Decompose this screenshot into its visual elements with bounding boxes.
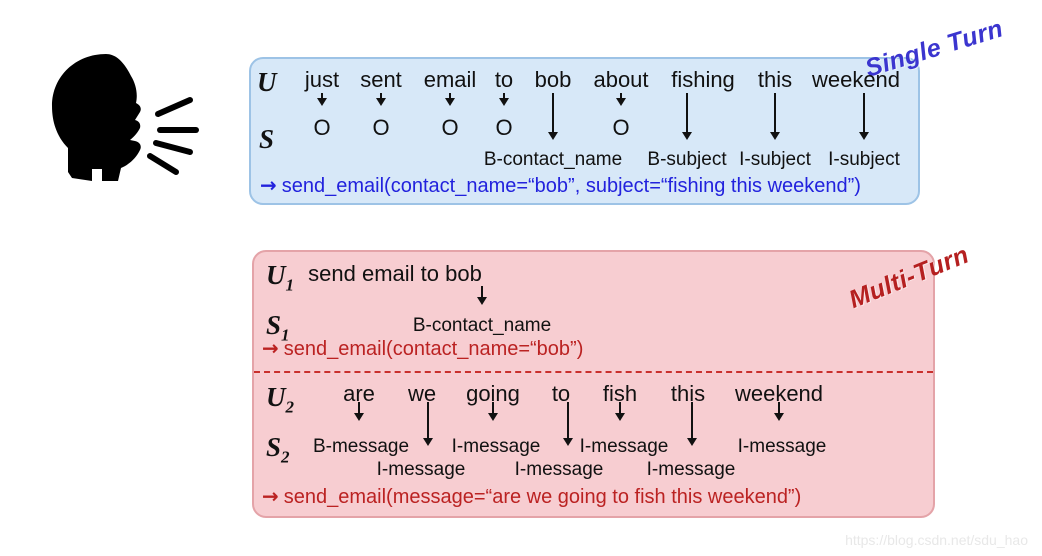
multi-turn-arrow (562, 402, 574, 446)
single-turn-tag: O (313, 115, 331, 140)
multi-turn-turn1-tag: B-contact_name (412, 315, 552, 336)
multi-turn-arrow (614, 402, 626, 421)
single-turn-word: email (423, 67, 477, 92)
single-turn-tag: I-subject (739, 149, 811, 170)
single-turn-tag: B-contact_name (483, 149, 623, 170)
arrow-right-icon: → (262, 484, 279, 508)
single-turn-tag: O (612, 115, 630, 140)
single-turn-arrow (547, 93, 559, 140)
speaking-head-icon (52, 54, 199, 181)
turn-divider (254, 371, 933, 373)
multi-turn-arrow (476, 286, 488, 305)
single-turn-arrow (444, 93, 456, 106)
single-turn-arrow (498, 93, 510, 106)
single-turn-system-label: S (259, 124, 275, 154)
single-turn-tag: I-subject (828, 149, 900, 170)
single-turn-arrow (615, 93, 627, 106)
single-turn-arrow (769, 93, 781, 140)
multi-turn-arrow (353, 402, 365, 421)
slide-canvas: Single Turn U S just sent email to bob a… (0, 0, 1042, 556)
single-turn-word: about (593, 67, 649, 92)
multi-turn-turn2-tag: I-message (451, 436, 541, 457)
arrow-right-icon: → (260, 173, 277, 197)
multi-turn-arrow (487, 402, 499, 421)
single-turn-word: weekend (811, 67, 901, 92)
multi-turn-turn1-api-call: → send_email(contact_name=“bob”) (262, 338, 583, 359)
multi-turn-user2-label: U2 (266, 382, 294, 417)
single-turn-api-call: → send_email(contact_name=“bob”, subject=… (260, 175, 861, 196)
multi-turn-user1-label: U1 (266, 260, 294, 295)
multi-turn-arrow (422, 402, 434, 446)
single-turn-arrow (316, 93, 328, 106)
multi-turn-arrow (773, 402, 785, 421)
multi-turn-turn2-tag: I-message (646, 459, 736, 480)
multi-turn-turn2-api-call-text: send_email(message=“are we going to fish… (283, 486, 802, 508)
single-turn-word: to (494, 67, 514, 92)
watermark: https://blog.csdn.net/sdu_hao (845, 532, 1028, 548)
multi-turn-turn1-api-call-text: send_email(contact_name=“bob”) (283, 338, 584, 360)
single-turn-tag: O (372, 115, 390, 140)
multi-turn-turn2-tag: I-message (514, 459, 604, 480)
multi-turn-arrow (686, 402, 698, 446)
single-turn-word: sent (360, 67, 402, 92)
single-turn-word: fishing (671, 67, 735, 92)
single-turn-word: just (304, 67, 340, 92)
single-turn-word: this (757, 67, 793, 92)
multi-turn-turn2-tag: I-message (737, 436, 827, 457)
multi-turn-system2-label: S2 (266, 432, 290, 467)
single-turn-arrow (375, 93, 387, 106)
single-turn-tag: B-subject (647, 149, 727, 170)
arrow-right-icon: → (262, 336, 279, 360)
multi-turn-turn2-tag: I-message (579, 436, 669, 457)
multi-turn-turn1-utterance: send email to bob (308, 261, 482, 286)
single-turn-arrow (681, 93, 693, 140)
single-turn-api-call-text: send_email(contact_name=“bob”, subject=“… (281, 175, 861, 197)
single-turn-tag: O (441, 115, 459, 140)
multi-turn-turn2-api-call: → send_email(message=“are we going to fis… (262, 486, 801, 507)
multi-turn-turn2-tag: I-message (376, 459, 466, 480)
multi-turn-turn2-tag: B-message (312, 436, 410, 457)
single-turn-word: bob (534, 67, 572, 92)
single-turn-tag: O (495, 115, 513, 140)
single-turn-user-label: U (257, 67, 277, 97)
single-turn-arrow (858, 93, 870, 140)
